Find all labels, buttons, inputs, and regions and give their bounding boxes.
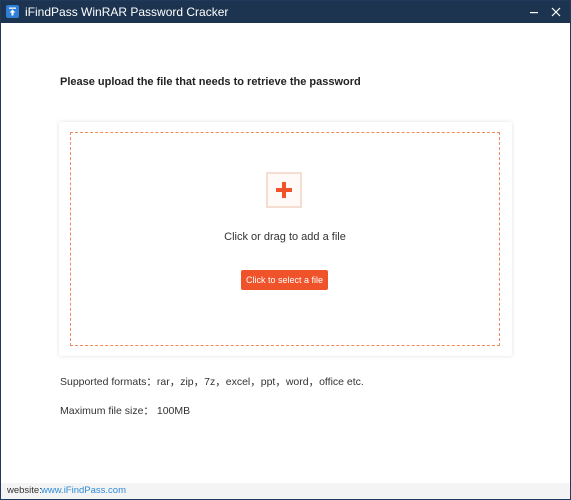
upload-card: Click or drag to add a file Click to sel… xyxy=(59,122,512,356)
add-file-icon[interactable] xyxy=(266,172,302,208)
close-button[interactable] xyxy=(545,1,567,23)
app-window: iFindPass WinRAR Password Cracker Please… xyxy=(0,0,571,500)
file-drop-zone[interactable]: Click or drag to add a file Click to sel… xyxy=(70,132,500,346)
select-file-button[interactable]: Click to select a file xyxy=(241,270,328,290)
page-heading: Please upload the file that needs to ret… xyxy=(60,76,361,88)
website-label: website: xyxy=(7,485,42,496)
supported-formats-text: Supported formats：rar，zip，7z，excel，ppt，w… xyxy=(60,376,364,388)
website-link[interactable]: www.iFindPass.com xyxy=(41,485,126,496)
max-file-size-text: Maximum file size： 100MB xyxy=(60,405,191,417)
minimize-button[interactable] xyxy=(523,1,545,23)
app-icon xyxy=(6,5,19,18)
window-title: iFindPass WinRAR Password Cracker xyxy=(25,5,229,19)
footer-bar: website: www.iFindPass.com xyxy=(1,483,570,499)
drop-instructions: Click or drag to add a file xyxy=(224,231,346,243)
title-bar[interactable]: iFindPass WinRAR Password Cracker xyxy=(1,1,570,23)
